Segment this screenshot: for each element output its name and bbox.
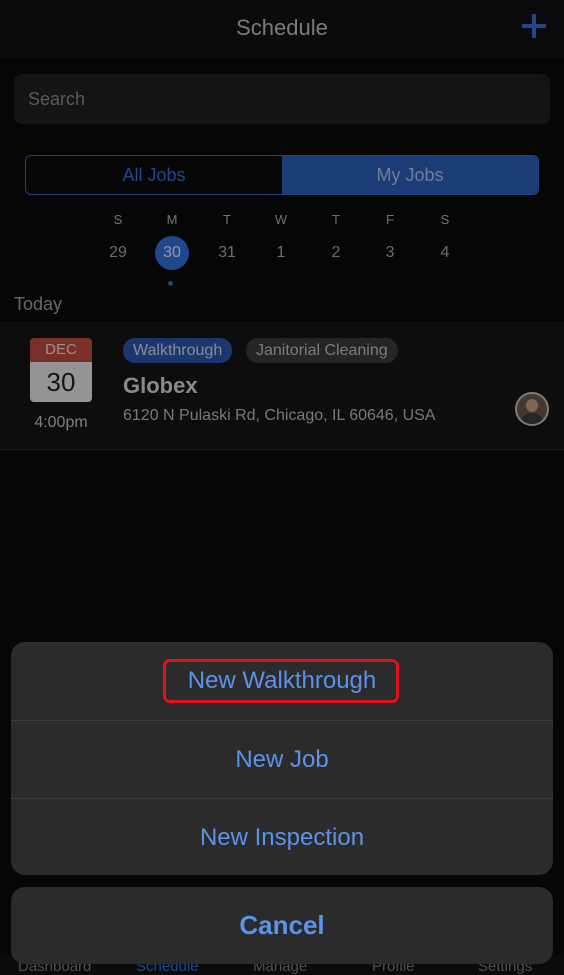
highlight-box bbox=[163, 659, 399, 703]
cancel-button[interactable]: Cancel bbox=[11, 887, 553, 964]
new-inspection-button[interactable]: New Inspection bbox=[11, 798, 553, 875]
new-job-button[interactable]: New Job bbox=[11, 720, 553, 798]
action-sheet: New Walkthrough New Job New Inspection bbox=[11, 642, 553, 875]
